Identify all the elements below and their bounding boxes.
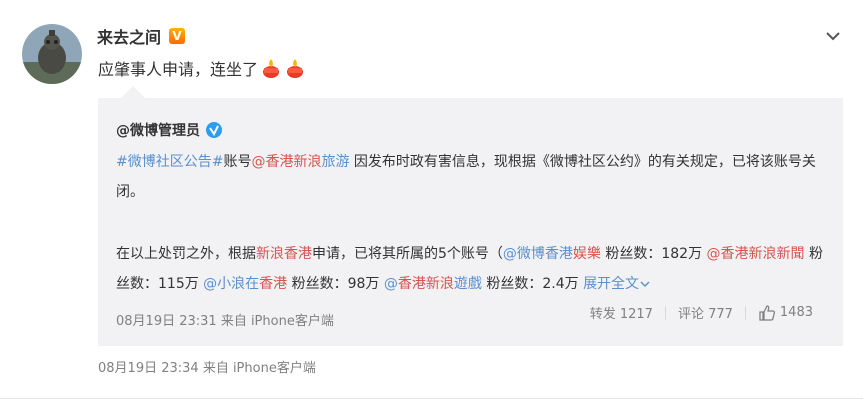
card-notch — [121, 86, 145, 98]
mention-link[interactable]: 遊戲 — [454, 276, 482, 292]
fan-count: 粉丝数：182万 — [600, 246, 707, 262]
text-segment: 申请，已将其所属的5个账号（ — [312, 246, 503, 262]
fan-count: 粉丝数：98万 — [287, 276, 384, 292]
mention-link[interactable]: 娱樂 — [573, 246, 601, 262]
post-text: 应肇事人申请，连坐了 — [98, 56, 306, 80]
mention-link-tail[interactable]: 旅游 — [321, 154, 349, 170]
mention-link[interactable]: 香港 — [259, 276, 287, 292]
post-text-content: 应肇事人申请，连坐了 — [98, 60, 259, 79]
candle-icon — [260, 57, 282, 79]
comment-label: 评论 777 — [677, 307, 733, 322]
divider — [664, 305, 666, 320]
divider — [0, 398, 863, 399]
mention-link[interactable]: @香港新浪新聞 — [707, 246, 805, 262]
vip-badge-icon: V — [169, 28, 186, 44]
divider — [744, 305, 746, 320]
repost-label: 转发 1217 — [589, 307, 653, 322]
expand-link[interactable]: 展开全文 — [583, 276, 651, 292]
mention-link[interactable]: @香港新浪 — [251, 154, 321, 170]
expand-label: 展开全文 — [583, 276, 640, 292]
fan-count: 粉丝数：2.4万 — [481, 276, 584, 292]
hashtag-link[interactable]: #微博社区公告# — [116, 154, 223, 170]
repost-meta: 08月19日 23:31 来自 iPhone客户端 — [116, 314, 334, 329]
author-row: 来去之间 V — [97, 24, 186, 48]
repost-card: @微博管理员 #微博社区公告#账号@香港新浪旅游 因发布时政有害信息，现根据《微… — [98, 98, 843, 346]
chevron-down-icon[interactable] — [823, 26, 843, 46]
thumbs-up-icon — [759, 304, 775, 321]
like-count: 1483 — [779, 305, 813, 320]
chevron-down-icon — [640, 281, 650, 288]
repost-author: @微博管理员 — [116, 120, 222, 140]
text-segment: 账号 — [223, 154, 252, 170]
author-name[interactable]: 来去之间 — [97, 24, 161, 48]
mention-link[interactable]: @微博香港 — [503, 246, 573, 262]
repost-paragraph-1: #微博社区公告#账号@香港新浪旅游 因发布时政有害信息，现根据《微博社区公约》的… — [116, 147, 828, 207]
text-segment: 在以上处罚之外，根据 — [116, 246, 256, 262]
mention-link[interactable]: 香港新浪 — [398, 276, 454, 292]
repost-author-name[interactable]: @微博管理员 — [116, 120, 200, 140]
like-button[interactable]: 1483 — [758, 304, 813, 322]
candle-icon — [284, 57, 306, 79]
post-meta: 08月19日 23:34 来自 iPhone客户端 — [98, 361, 316, 376]
verified-badge-icon — [206, 122, 222, 138]
comment-button[interactable]: 评论 777 — [678, 303, 733, 322]
repost-paragraph-2: 在以上处罚之外，根据新浪香港申请，已将其所属的5个账号（@微博香港娱樂 粉丝数：… — [116, 239, 828, 299]
repost-button[interactable]: 转发 1217 — [590, 303, 653, 322]
repost-actions: 转发 1217 评论 777 1483 — [590, 303, 813, 322]
avatar[interactable] — [22, 24, 82, 84]
keyword-link[interactable]: 新浪香港 — [256, 246, 312, 262]
mention-link[interactable]: @小浪在 — [203, 276, 259, 292]
mention-link[interactable]: @ — [384, 276, 398, 292]
